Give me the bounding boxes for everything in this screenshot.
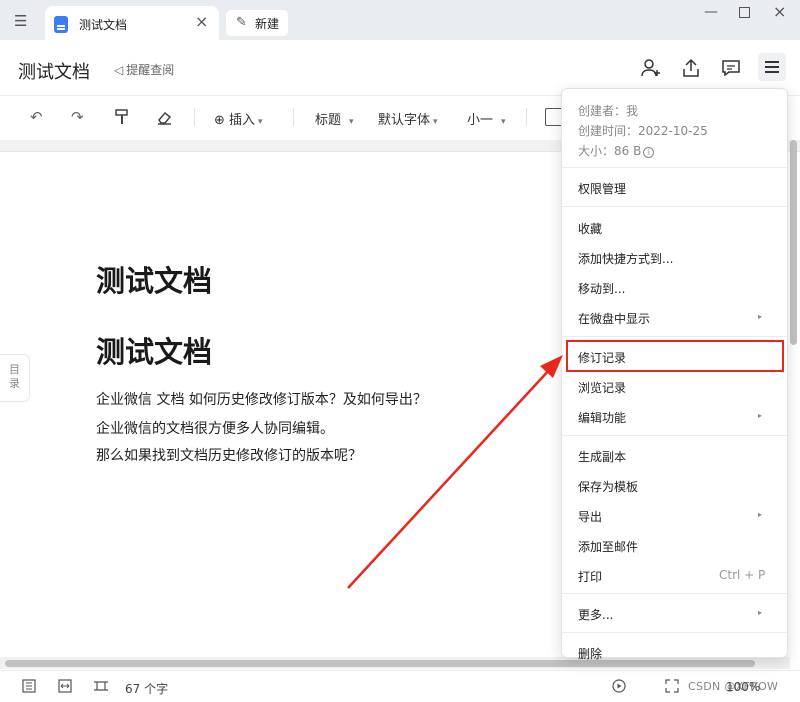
chevron-down-icon: ▾: [501, 117, 506, 127]
created-time-info: 创建时间：2022-10-25: [578, 124, 708, 138]
page-layout-icon[interactable]: [93, 679, 109, 697]
heading-label: 标题: [315, 113, 342, 128]
vertical-scroll-thumb[interactable]: [790, 140, 797, 345]
font-size-dropdown[interactable]: 小一 ▾: [467, 109, 506, 128]
edit-icon: ✎: [236, 15, 247, 30]
menu-item-more[interactable]: 更多...: [578, 606, 613, 623]
redo-icon[interactable]: ↷: [71, 108, 84, 126]
comment-icon[interactable]: [720, 57, 742, 79]
more-menu-button[interactable]: [758, 53, 786, 81]
chevron-right-icon: ▸: [758, 411, 763, 420]
add-member-icon[interactable]: [640, 57, 662, 79]
menu-item-print[interactable]: 打印: [578, 568, 602, 585]
tab-close-icon[interactable]: ×: [195, 14, 208, 30]
menu-item-show-in-drive[interactable]: 在微盘中显示: [578, 310, 650, 327]
paragraph[interactable]: 那么如果找到文档历史修改修订的版本呢？: [96, 445, 362, 465]
menu-item-favorite[interactable]: 收藏: [578, 220, 602, 237]
menu-divider: [562, 435, 787, 436]
fullscreen-icon[interactable]: [665, 679, 679, 697]
menu-item-revision-history[interactable]: 修订记录: [578, 349, 626, 366]
menu-item-move-to[interactable]: 移动到...: [578, 280, 625, 297]
menu-divider: [562, 632, 787, 633]
outline-icon[interactable]: [22, 679, 36, 697]
undo-icon[interactable]: ↶: [30, 108, 43, 126]
paragraph[interactable]: 企业微信 文档 如何历史修改修订版本？及如何导出？: [96, 389, 427, 409]
more-menu: 创建者：我 创建时间：2022-10-25 大小：86 Bi 权限管理 收藏 添…: [561, 88, 788, 661]
heading-1[interactable]: 测试文档: [96, 258, 212, 300]
chevron-down-icon: ▾: [258, 117, 263, 127]
font-label: 默认字体: [378, 113, 431, 128]
title-bar: ☰ 测试文档 × ✎ 新建 — ×: [0, 0, 800, 40]
horizontal-scrollbar[interactable]: [0, 657, 790, 669]
menu-item-export[interactable]: 导出: [578, 508, 602, 525]
page-title[interactable]: 测试文档: [18, 58, 90, 84]
watermark: CSDN @XFROW: [688, 680, 779, 693]
insert-dropdown[interactable]: ⊕ 插入 ▾: [214, 109, 263, 128]
maximize-icon[interactable]: [739, 7, 750, 18]
menu-divider: [562, 336, 787, 337]
font-dropdown[interactable]: 默认字体 ▾: [378, 109, 438, 128]
tab-document[interactable]: 测试文档 ×: [45, 6, 219, 40]
heading-2[interactable]: 测试文档: [96, 329, 212, 371]
toolbar-divider: [194, 108, 195, 126]
share-icon[interactable]: [680, 57, 702, 79]
page-width-icon[interactable]: [58, 679, 72, 697]
menu-item-add-to-mail[interactable]: 添加至邮件: [578, 538, 638, 555]
chevron-right-icon: ▸: [758, 510, 763, 519]
heading-dropdown[interactable]: 标题 ▾: [315, 109, 354, 128]
eraser-icon[interactable]: [156, 108, 172, 130]
info-icon[interactable]: i: [643, 147, 655, 158]
status-bar: 67 个字 100%: [0, 670, 800, 702]
minimize-icon[interactable]: —: [704, 4, 718, 20]
menu-item-add-shortcut[interactable]: 添加快捷方式到...: [578, 250, 673, 267]
chevron-down-icon: ▾: [433, 117, 438, 127]
menu-divider: [562, 593, 787, 594]
new-tab-label: 新建: [255, 17, 280, 31]
history-icon[interactable]: ☰: [14, 13, 34, 29]
new-tab-button[interactable]: ✎ 新建: [226, 10, 288, 36]
document-icon: [54, 16, 68, 33]
paragraph[interactable]: 企业微信的文档很方便多人协同编辑。: [96, 418, 334, 438]
toolbar-divider: [293, 108, 294, 126]
remind-label: 提醒查阅: [126, 63, 175, 77]
toc-toggle[interactable]: 目录: [0, 354, 30, 402]
bold-icon[interactable]: [545, 108, 561, 126]
insert-label: 插入: [229, 113, 256, 128]
size-info: 大小：86 Bi: [578, 142, 655, 159]
format-painter-icon[interactable]: [114, 108, 130, 130]
creator-info: 创建者：我: [578, 104, 639, 118]
print-shortcut: Ctrl + P: [719, 568, 766, 582]
menu-item-delete[interactable]: 删除: [578, 645, 602, 662]
menu-item-make-copy[interactable]: 生成副本: [578, 448, 626, 465]
menu-item-edit-features[interactable]: 编辑功能: [578, 409, 626, 426]
window-close-icon[interactable]: ×: [773, 2, 786, 21]
chevron-right-icon: ▸: [758, 608, 763, 617]
menu-item-save-as-template[interactable]: 保存为模板: [578, 478, 638, 495]
word-count: 67 个字: [125, 682, 169, 696]
size-info-label: 大小：86 B: [578, 144, 642, 158]
megaphone-icon: ◁: [114, 63, 124, 77]
play-icon[interactable]: [612, 679, 626, 697]
toolbar-divider: [526, 108, 527, 126]
menu-item-permissions[interactable]: 权限管理: [578, 180, 626, 197]
menu-divider: [562, 167, 787, 168]
plus-circle-icon: ⊕: [214, 113, 230, 128]
menu-item-view-history[interactable]: 浏览记录: [578, 379, 626, 396]
horizontal-scroll-thumb[interactable]: [5, 660, 755, 667]
font-size-label: 小一: [467, 113, 494, 128]
chevron-down-icon: ▾: [349, 117, 354, 127]
tab-title: 测试文档: [79, 18, 128, 32]
chevron-right-icon: ▸: [758, 312, 763, 321]
toc-label: 目录: [9, 363, 20, 390]
remind-button[interactable]: ◁ 提醒查阅: [114, 61, 174, 78]
menu-divider: [562, 206, 787, 207]
